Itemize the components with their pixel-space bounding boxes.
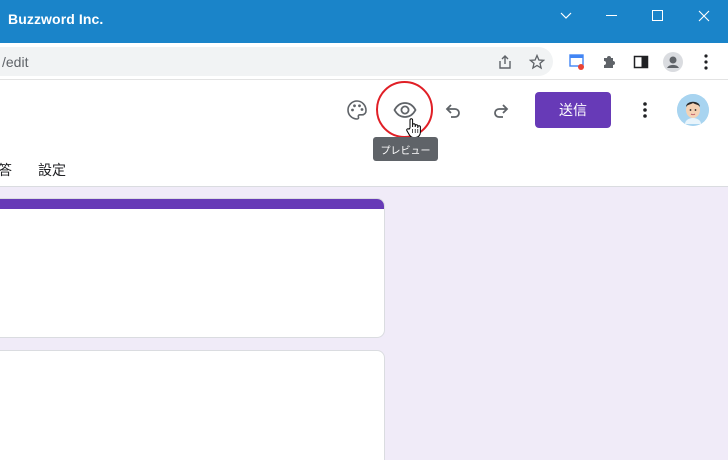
profile-icon[interactable] bbox=[663, 52, 683, 72]
tab-responses[interactable]: 答 bbox=[0, 160, 12, 180]
more-vert-icon[interactable] bbox=[633, 98, 657, 122]
window-title: Buzzword Inc. bbox=[8, 11, 104, 27]
redo-icon[interactable] bbox=[489, 98, 513, 122]
address-bar[interactable]: /edit bbox=[0, 47, 553, 76]
hand-cursor-icon bbox=[405, 117, 423, 139]
preview-tooltip: プレビュー bbox=[373, 137, 438, 161]
send-button[interactable]: 送信 bbox=[535, 92, 611, 128]
maximize-icon[interactable] bbox=[635, 0, 681, 32]
share-icon[interactable] bbox=[495, 52, 515, 72]
question-card[interactable] bbox=[0, 350, 385, 460]
undo-icon[interactable] bbox=[441, 98, 465, 122]
window-titlebar: Buzzword Inc. bbox=[0, 0, 728, 43]
avatar[interactable] bbox=[677, 94, 709, 126]
chevron-down-icon[interactable] bbox=[543, 0, 589, 32]
forms-header: 送信 プレビュー 答 設定 bbox=[0, 80, 728, 187]
url-text[interactable]: /edit bbox=[2, 54, 28, 70]
title-card-accent-bar bbox=[0, 199, 384, 209]
browser-toolbar: /edit bbox=[0, 43, 728, 80]
kebab-menu-icon[interactable] bbox=[696, 52, 716, 72]
tab-settings[interactable]: 設定 bbox=[38, 160, 66, 180]
palette-icon[interactable] bbox=[345, 98, 369, 122]
form-title-card[interactable] bbox=[0, 198, 385, 338]
star-icon[interactable] bbox=[527, 52, 547, 72]
puzzle-icon[interactable] bbox=[599, 52, 619, 72]
sidepanel-icon[interactable] bbox=[631, 52, 651, 72]
minimize-icon[interactable] bbox=[589, 0, 635, 32]
extension-badge-icon[interactable] bbox=[567, 52, 587, 72]
close-icon[interactable] bbox=[681, 0, 727, 32]
